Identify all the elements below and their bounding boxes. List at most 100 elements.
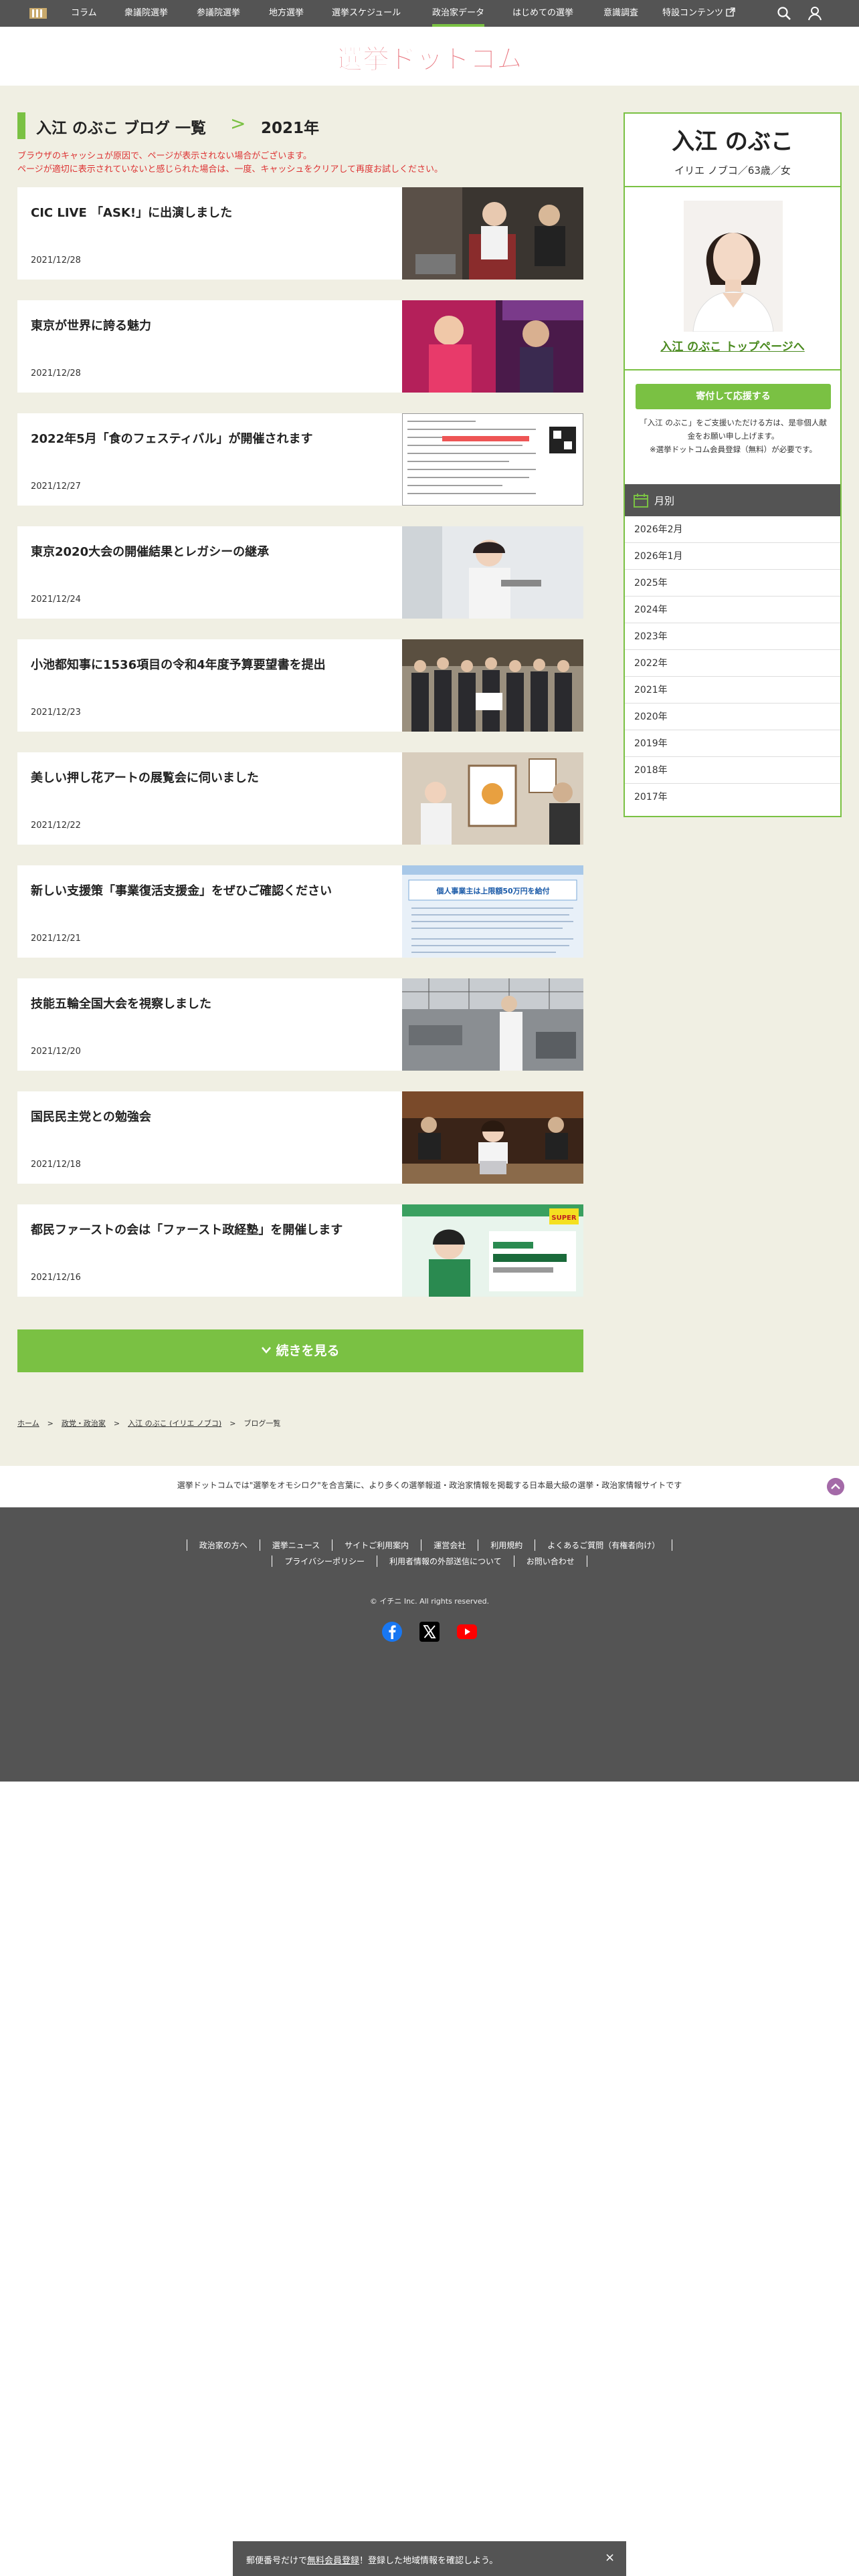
- post-thumbnail[interactable]: [402, 413, 583, 506]
- site-header: 選挙ドットコム: [0, 27, 859, 86]
- signup-banner-text-before: 郵便番号だけで: [246, 2556, 308, 2566]
- blog-post[interactable]: 小池都知事に1536項目の令和4年度予算要望書を提出 2021/12/23: [17, 639, 583, 732]
- archive-year-link[interactable]: 2025年: [625, 570, 840, 597]
- footer-link[interactable]: お問い合わせ: [513, 1555, 587, 1567]
- archive-month-link[interactable]: 2026年1月: [625, 543, 840, 570]
- post-thumbnail[interactable]: [402, 978, 583, 1071]
- site-footer: 政治家の方へ 選挙ニュース サイトご利用案内 運営会社 利用規約 よくあるご質問（有権者向…: [0, 1507, 859, 1782]
- home-menu-icon[interactable]: [28, 7, 48, 20]
- donate-button[interactable]: 寄付して応援する: [636, 384, 831, 409]
- footer-link[interactable]: 選挙ニュース: [259, 1539, 332, 1551]
- nav-item-column[interactable]: コラム: [71, 0, 97, 27]
- external-link-icon: [726, 7, 735, 17]
- close-banner-icon[interactable]: ×: [605, 2551, 615, 2565]
- breadcrumb-politician[interactable]: 入江 のぶこ (イリエ ノブコ): [128, 1419, 221, 1428]
- copyright: © イチニ Inc. All rights reserved.: [369, 1597, 490, 1606]
- blog-post[interactable]: 東京が世界に誇る魅力 2021/12/28: [17, 300, 583, 393]
- post-thumbnail[interactable]: 個人事業主は上限額50万円を給付: [402, 865, 583, 958]
- footer-link[interactable]: 運営会社: [421, 1539, 478, 1551]
- facebook-icon[interactable]: [381, 1621, 403, 1642]
- post-thumbnail[interactable]: [402, 1091, 583, 1184]
- blog-heading-name: 入江 のぶこ ブログ 一覧: [36, 120, 207, 137]
- scroll-to-top-icon[interactable]: [827, 1478, 844, 1495]
- post-title[interactable]: 小池都知事に1536項目の令和4年度予算要望書を提出: [31, 655, 405, 673]
- archive-year-link[interactable]: 2023年: [625, 623, 840, 650]
- archive-year-link[interactable]: 2024年: [625, 597, 840, 623]
- post-title[interactable]: 国民民主党との勉強会: [31, 1107, 405, 1125]
- post-title[interactable]: CIC LIVE 「ASK!」に出演しました: [31, 203, 405, 221]
- post-date: 2021/12/27: [31, 481, 81, 492]
- archive-year-link[interactable]: 2021年: [625, 677, 840, 704]
- signup-link[interactable]: 無料会員登録: [307, 2556, 359, 2566]
- footer-link[interactable]: 利用者情報の外部送信について: [377, 1555, 514, 1567]
- post-date: 2021/12/28: [31, 368, 81, 379]
- nav-item-politician-data[interactable]: 政治家データ: [432, 0, 485, 27]
- post-title[interactable]: 都民ファーストの会は「ファースト政経塾」を開催します: [31, 1220, 405, 1238]
- post-title[interactable]: 技能五輪全国大会を視察しました: [31, 994, 405, 1012]
- nav-item-schedule[interactable]: 選挙スケジュール: [332, 0, 401, 27]
- nav-item-shugiin[interactable]: 衆議院選挙: [124, 0, 168, 27]
- post-date: 2021/12/24: [31, 595, 81, 605]
- search-icon[interactable]: [776, 5, 792, 21]
- cache-notice-2: ページが適切に表示されていないと感じられた場合は、一度、キャッシュをクリアして再…: [17, 165, 443, 175]
- load-more-button[interactable]: 続きを見る: [17, 1329, 583, 1372]
- breadcrumb-current: ブログ一覧: [244, 1419, 281, 1428]
- user-icon[interactable]: [807, 5, 823, 21]
- thumb-text-support: 個人事業主は上限額50万円を給付: [436, 886, 549, 895]
- post-thumbnail[interactable]: [402, 187, 583, 280]
- footer-tagline: 選挙ドットコムでは"選挙をオモシロク"を合言葉に、より多くの選挙報道・政治家情報…: [177, 1481, 682, 1490]
- blog-post[interactable]: 国民民主党との勉強会 2021/12/18: [17, 1091, 583, 1184]
- blog-post[interactable]: 東京2020大会の開催結果とレガシーの継承 2021/12/24: [17, 526, 583, 619]
- archive-month-link[interactable]: 2026年2月: [625, 516, 840, 543]
- footer-link[interactable]: サイトご利用案内: [332, 1539, 421, 1551]
- politician-top-page-link[interactable]: 入江 のぶこ トップページへ: [625, 337, 840, 354]
- archive-year-link[interactable]: 2020年: [625, 704, 840, 730]
- nav-item-local-election[interactable]: 地方選挙: [269, 0, 304, 27]
- signup-banner[interactable]: 郵便番号だけで無料会員登録！登録した地域情報を確認しよう。 ×: [233, 2541, 626, 2576]
- x-twitter-icon[interactable]: [419, 1621, 440, 1642]
- blog-post[interactable]: CIC LIVE 「ASK!」に出演しました 2021/12/28: [17, 187, 583, 280]
- nav-item-special-label: 特設コンテンツ: [662, 8, 724, 18]
- post-title[interactable]: 東京が世界に誇る魅力: [31, 316, 405, 334]
- post-title[interactable]: 東京2020大会の開催結果とレガシーの継承: [31, 542, 405, 560]
- archive-year-link[interactable]: 2022年: [625, 650, 840, 677]
- post-thumbnail[interactable]: [402, 300, 583, 393]
- nav-item-sangiin[interactable]: 参議院選挙: [197, 0, 240, 27]
- politician-sidebar: 入江 のぶこ イリエ ノブコ／63歳／女 入江 のぶこ トップページへ 寄付して…: [624, 112, 842, 817]
- nav-item-survey[interactable]: 意識調査: [603, 0, 638, 27]
- archive-year-link[interactable]: 2019年: [625, 730, 840, 757]
- post-thumbnail[interactable]: [402, 752, 583, 845]
- nav-item-special[interactable]: 特設コンテンツ: [662, 0, 735, 27]
- youtube-icon[interactable]: [456, 1621, 478, 1642]
- signup-banner-text-after: ！登録した地域情報を確認しよう。: [359, 2556, 498, 2566]
- blog-post[interactable]: 美しい押し花アートの展覧会に伺いました 2021/12/22: [17, 752, 583, 845]
- thumb-text-badge: SUPER: [551, 1214, 576, 1222]
- footer-link[interactable]: 政治家の方へ: [186, 1539, 260, 1551]
- blog-post[interactable]: 都民ファーストの会は「ファースト政経塾」を開催します 2021/12/16 SU…: [17, 1204, 583, 1297]
- blog-post[interactable]: 2022年5月「食のフェスティバル」が開催されます 2021/12/27: [17, 413, 583, 506]
- archive-year-link[interactable]: 2018年: [625, 757, 840, 784]
- donate-note-line: 金をお願い申し上げます。: [687, 431, 779, 441]
- post-thumbnail[interactable]: SUPER: [402, 1204, 583, 1297]
- breadcrumb-home[interactable]: ホーム: [17, 1419, 39, 1428]
- archive-year-link[interactable]: 2017年: [625, 784, 840, 811]
- post-thumbnail[interactable]: [402, 526, 583, 619]
- politician-photo[interactable]: [684, 201, 783, 332]
- post-thumbnail[interactable]: [402, 639, 583, 732]
- post-date: 2021/12/18: [31, 1160, 81, 1170]
- post-date: 2021/12/20: [31, 1047, 81, 1057]
- sidebar-divider: [625, 186, 840, 187]
- nav-item-first-election[interactable]: はじめての選挙: [512, 0, 573, 27]
- footer-link[interactable]: よくあるご質問（有権者向け）: [535, 1539, 673, 1551]
- post-title[interactable]: 新しい支援策「事業復活支援金」をぜひご確認ください: [31, 881, 405, 899]
- blog-post[interactable]: 新しい支援策「事業復活支援金」をぜひご確認ください 2021/12/21 個人事…: [17, 865, 583, 958]
- blog-post[interactable]: 技能五輪全国大会を視察しました 2021/12/20: [17, 978, 583, 1071]
- footer-link[interactable]: プライバシーポリシー: [272, 1555, 377, 1567]
- site-logo[interactable]: 選挙ドットコム: [340, 39, 519, 76]
- breadcrumb-politicians[interactable]: 政党・政治家: [62, 1419, 106, 1428]
- post-title[interactable]: 美しい押し花アートの展覧会に伺いました: [31, 768, 405, 786]
- post-title[interactable]: 2022年5月「食のフェスティバル」が開催されます: [31, 429, 405, 447]
- calendar-icon: [634, 494, 648, 508]
- blog-heading-year: 2021年: [261, 120, 320, 137]
- footer-link[interactable]: 利用規約: [478, 1539, 535, 1551]
